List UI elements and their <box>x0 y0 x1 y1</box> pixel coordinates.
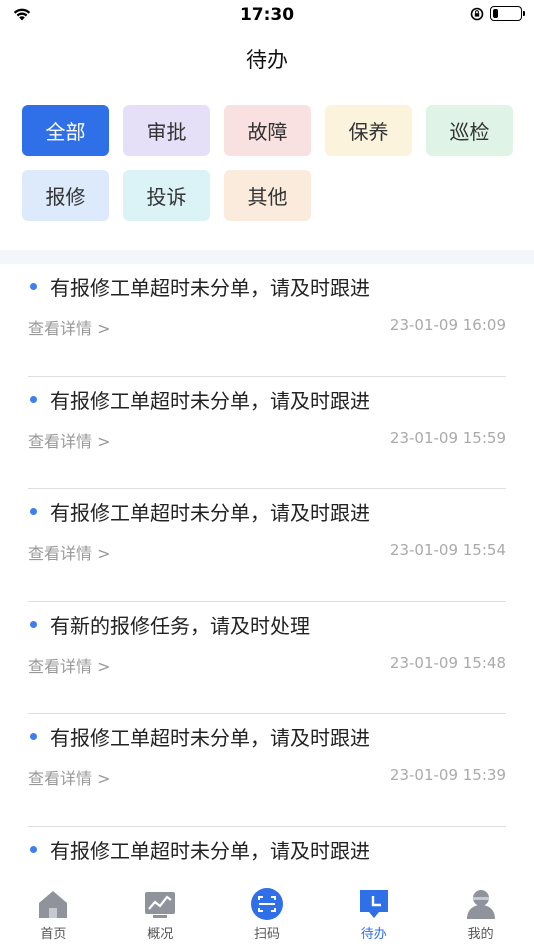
filter-chip[interactable]: 巡检 <box>426 105 513 156</box>
list-item[interactable]: 有报修工单超时未分单，请及时跟进 <box>28 827 506 882</box>
list-item[interactable]: 有新的报修任务，请及时处理查看详情 > 23-01-09 15:48 <box>28 602 506 714</box>
view-details-link[interactable]: 查看详情 > <box>28 540 111 564</box>
page-title: 待办 <box>246 48 288 72</box>
filter-chip[interactable]: 审批 <box>123 105 210 156</box>
item-timestamp: 23-01-09 16:09 <box>389 316 506 334</box>
item-title: 有报修工单超时未分单，请及时跟进 <box>50 501 370 525</box>
filter-chip[interactable]: 故障 <box>224 105 311 156</box>
tab-scan[interactable]: 扫码 <box>214 880 321 950</box>
tab-todo[interactable]: 待办 <box>320 880 427 950</box>
view-details-link[interactable]: 查看详情 > <box>28 765 111 789</box>
profile-icon <box>466 890 495 919</box>
tab-todo-label: 待办 <box>360 927 387 942</box>
item-title: 有报修工单超时未分单，请及时跟进 <box>50 388 370 413</box>
todo-icon <box>359 890 388 918</box>
list-item[interactable]: 有报修工单超时未分单，请及时跟进查看详情 > 23-01-09 15:59 <box>28 377 506 489</box>
view-details-link[interactable]: 查看详情 > <box>28 653 111 677</box>
view-details-link[interactable]: 查看详情 > <box>28 315 111 339</box>
tab-overview-label: 概况 <box>147 927 174 942</box>
tab-profile[interactable]: 我的 <box>427 880 534 950</box>
section-divider <box>0 250 534 264</box>
filter-chip[interactable]: 全部 <box>22 105 109 156</box>
item-title: 有报修工单超时未分单，请及时跟进 <box>50 276 370 300</box>
chart-icon <box>145 892 176 918</box>
home-icon <box>39 891 68 918</box>
filter-chip[interactable]: 报修 <box>22 170 109 221</box>
item-timestamp: 23-01-09 15:48 <box>389 653 506 672</box>
view-details-link[interactable]: 查看详情 > <box>28 428 111 452</box>
list-item[interactable]: 有报修工单超时未分单，请及时跟进查看详情 > 23-01-09 15:39 <box>28 714 506 827</box>
status-time: 17:30 <box>239 5 295 25</box>
unread-dot-icon <box>30 283 37 290</box>
unread-dot-icon <box>30 733 37 740</box>
filter-chip[interactable]: 投诉 <box>123 170 210 221</box>
filter-chip[interactable]: 保养 <box>325 105 412 156</box>
battery-icon <box>490 6 525 21</box>
unread-dot-icon <box>30 395 37 403</box>
item-title: 有报修工单超时未分单，请及时跟进 <box>50 838 370 863</box>
unread-dot-icon <box>30 508 37 515</box>
item-timestamp: 23-01-09 15:54 <box>389 541 506 559</box>
tab-bar: 首页 概况 扫码 待办 我的 <box>0 880 534 950</box>
unread-dot-icon <box>30 845 37 853</box>
scan-icon <box>250 888 283 920</box>
status-bar: 17:30 <box>0 0 534 30</box>
rotation-lock-icon <box>470 7 484 20</box>
tab-scan-label: 扫码 <box>253 927 280 942</box>
tab-profile-label: 我的 <box>467 927 494 942</box>
filter-chip[interactable]: 其他 <box>224 170 311 221</box>
tab-overview[interactable]: 概况 <box>107 880 214 950</box>
item-timestamp: 23-01-09 15:39 <box>389 766 506 784</box>
list-item[interactable]: 有报修工单超时未分单，请及时跟进查看详情 > 23-01-09 15:54 <box>28 489 506 602</box>
tab-home-label: 首页 <box>40 927 67 942</box>
unread-dot-icon <box>30 620 37 628</box>
item-title: 有报修工单超时未分单，请及时跟进 <box>50 726 370 750</box>
filter-chips: 全部 审批 故障 保养 巡检报修 投诉 其他 <box>22 105 522 221</box>
item-title: 有新的报修任务，请及时处理 <box>50 613 310 638</box>
tab-home[interactable]: 首页 <box>0 880 107 950</box>
item-timestamp: 23-01-09 15:59 <box>389 428 506 447</box>
todo-list: 有报修工单超时未分单，请及时跟进 查看详情 >23-01-09 16:09 有报修工… <box>0 264 534 881</box>
list-item[interactable]: 有报修工单超时未分单，请及时跟进查看详情 > 23-01-09 16:09 <box>28 264 506 377</box>
